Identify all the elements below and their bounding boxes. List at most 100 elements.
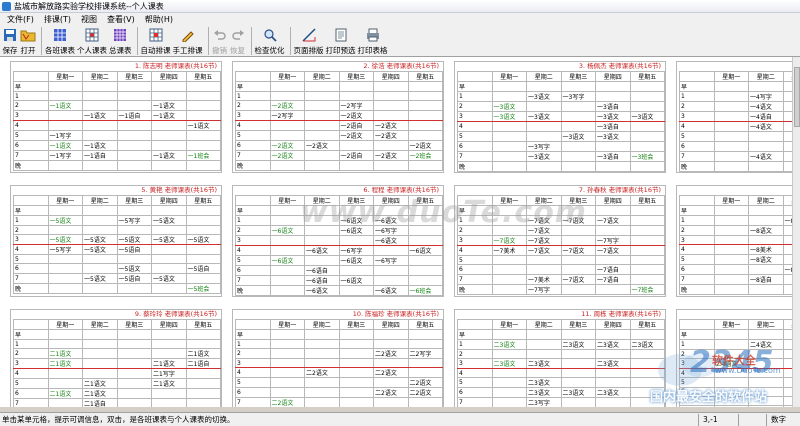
- schedule-cell[interactable]: [151, 140, 187, 152]
- schedule-cell[interactable]: [304, 160, 340, 172]
- schedule-cell[interactable]: [782, 161, 792, 172]
- schedule-cell[interactable]: [116, 338, 152, 350]
- personal-schedule-button[interactable]: 个人课表: [77, 25, 107, 57]
- schedule-cell[interactable]: [491, 329, 527, 340]
- schedule-cell[interactable]: 二2语文: [304, 367, 340, 379]
- schedule-cell[interactable]: [713, 131, 749, 142]
- schedule-cell[interactable]: 一1语自: [82, 150, 118, 162]
- page-layout-button[interactable]: 页面排版: [294, 25, 324, 57]
- schedule-cell[interactable]: [526, 368, 562, 379]
- schedule-cell[interactable]: [713, 111, 749, 122]
- schedule-cell[interactable]: 一6语文: [269, 255, 305, 266]
- schedule-cell[interactable]: 二1语文: [47, 348, 83, 360]
- schedule-cell[interactable]: [185, 224, 221, 236]
- menu-schedule[interactable]: 排课(T): [39, 14, 76, 25]
- schedule-cell[interactable]: [151, 81, 187, 92]
- schedule-cell[interactable]: 一5语文: [82, 273, 118, 285]
- undo-button[interactable]: 撤销: [212, 25, 228, 57]
- schedule-cell[interactable]: [491, 131, 527, 142]
- schedule-cell[interactable]: 一1语文: [47, 140, 83, 152]
- schedule-cell[interactable]: [82, 368, 118, 380]
- schedule-cell[interactable]: [47, 398, 83, 407]
- schedule-cell[interactable]: 一5语文: [116, 263, 152, 275]
- schedule-cell[interactable]: [116, 130, 152, 142]
- schedule-cell[interactable]: 二1语文: [185, 348, 221, 360]
- schedule-cell[interactable]: [560, 141, 596, 152]
- schedule-cell[interactable]: [47, 160, 83, 172]
- schedule-cell[interactable]: [82, 224, 118, 236]
- schedule-cell[interactable]: [269, 245, 305, 256]
- schedule-cell[interactable]: 一7美术: [491, 245, 527, 256]
- schedule-cell[interactable]: [373, 275, 409, 286]
- schedule-cell[interactable]: [338, 285, 374, 296]
- schedule-cell[interactable]: [526, 121, 562, 132]
- print-table-button[interactable]: 打印表格: [358, 25, 388, 57]
- schedule-cell[interactable]: [47, 110, 83, 122]
- schedule-cell[interactable]: [338, 387, 374, 399]
- schedule-cell[interactable]: [560, 329, 596, 340]
- schedule-cell[interactable]: 一7班会: [629, 284, 665, 296]
- schedule-cell[interactable]: [407, 397, 443, 407]
- schedule-cell[interactable]: 二1语文: [151, 358, 187, 370]
- schedule-cell[interactable]: [338, 358, 374, 369]
- schedule-cell[interactable]: [713, 274, 749, 286]
- schedule-cell[interactable]: [116, 348, 152, 360]
- schedule-cell[interactable]: [713, 225, 749, 236]
- schedule-cell[interactable]: [47, 81, 83, 92]
- schedule-cell[interactable]: [407, 275, 443, 286]
- schedule-cell[interactable]: [304, 397, 340, 407]
- schedule-cell[interactable]: [116, 254, 152, 265]
- schedule-cell[interactable]: [560, 254, 596, 266]
- schedule-cell[interactable]: [526, 101, 562, 112]
- schedule-cell[interactable]: [304, 348, 340, 360]
- schedule-cell[interactable]: [116, 205, 152, 216]
- schedule-cell[interactable]: [782, 151, 792, 162]
- schedule-cell[interactable]: [782, 254, 792, 266]
- schedule-cell[interactable]: [304, 130, 340, 142]
- menu-help[interactable]: 帮助(H): [140, 14, 178, 25]
- schedule-cell[interactable]: [185, 273, 221, 285]
- schedule-cell[interactable]: [116, 329, 152, 340]
- schedule-cell[interactable]: 二1写字: [151, 368, 187, 380]
- schedule-cell[interactable]: [782, 284, 792, 296]
- schedule-cell[interactable]: 一2班会: [407, 150, 443, 162]
- schedule-cell[interactable]: 一8美术: [748, 244, 784, 256]
- schedule-cell[interactable]: [407, 235, 443, 246]
- schedule-cell[interactable]: [151, 224, 187, 236]
- schedule-cell[interactable]: 二2语文: [407, 387, 443, 399]
- schedule-cell[interactable]: 一7语文: [491, 235, 527, 246]
- schedule-cell[interactable]: [407, 90, 443, 102]
- schedule-cell[interactable]: [713, 264, 749, 276]
- redo-button[interactable]: 恢复: [230, 25, 246, 57]
- schedule-cell[interactable]: [269, 275, 305, 286]
- schedule-cell[interactable]: [526, 264, 562, 276]
- schedule-cell[interactable]: [526, 131, 562, 142]
- schedule-cell[interactable]: [185, 378, 221, 390]
- schedule-cell[interactable]: 一3语文: [526, 151, 562, 162]
- schedule-cell[interactable]: [185, 81, 221, 92]
- schedule-cell[interactable]: [629, 235, 665, 246]
- schedule-cell[interactable]: 一7写字: [526, 284, 562, 296]
- schedule-cell[interactable]: 一5语文: [82, 234, 118, 246]
- schedule-cell[interactable]: [407, 120, 443, 132]
- schedule-cell[interactable]: [629, 274, 665, 286]
- schedule-cell[interactable]: [82, 120, 118, 132]
- schedule-cell[interactable]: [748, 131, 784, 142]
- schedule-cell[interactable]: [338, 338, 374, 350]
- schedule-cell[interactable]: 一4语自: [748, 111, 784, 122]
- schedule-cell[interactable]: [151, 120, 187, 132]
- schedule-cell[interactable]: [304, 358, 340, 369]
- schedule-cell[interactable]: 一3语自: [595, 101, 631, 112]
- schedule-cell[interactable]: [304, 90, 340, 102]
- schedule-cell[interactable]: 一1语自: [116, 110, 152, 122]
- manual-schedule-button[interactable]: 手工排课: [173, 25, 203, 57]
- schedule-cell[interactable]: [373, 160, 409, 172]
- schedule-cell[interactable]: [713, 161, 749, 172]
- schedule-cell[interactable]: [338, 81, 374, 92]
- schedule-cell[interactable]: [82, 160, 118, 172]
- schedule-cell[interactable]: 一6写字: [338, 245, 374, 256]
- schedule-cell[interactable]: [560, 358, 596, 370]
- schedule-cell[interactable]: [47, 90, 83, 102]
- schedule-cell[interactable]: [269, 387, 305, 399]
- schedule-cell[interactable]: 一4语文: [748, 101, 784, 112]
